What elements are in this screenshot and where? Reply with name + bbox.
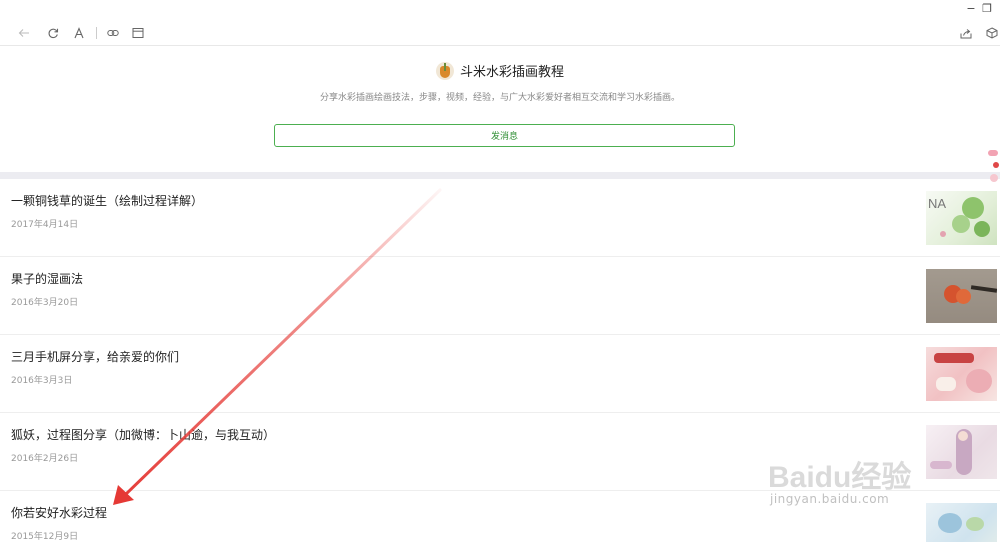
section-divider bbox=[0, 172, 1000, 179]
account-name[interactable]: 斗米水彩插画教程 bbox=[460, 61, 564, 80]
cube-icon[interactable] bbox=[983, 24, 1000, 42]
article-title[interactable]: 你若安好水彩过程 bbox=[11, 504, 107, 521]
font-size-icon[interactable] bbox=[70, 24, 88, 42]
article-thumbnail[interactable] bbox=[926, 425, 997, 479]
article-title[interactable]: 狐妖，过程图分享（加微博：卜山逾，与我互动） bbox=[11, 426, 275, 443]
article-date: 2016年3月20日 bbox=[11, 298, 79, 308]
article-item[interactable]: 果子的湿画法 2016年3月20日 bbox=[0, 257, 1000, 335]
account-header: 斗米水彩插画教程 分享水彩插画绘画技法，步骤，视频，经验，与广大水彩爱好者相互交… bbox=[0, 47, 1000, 173]
back-icon[interactable] bbox=[15, 24, 33, 42]
open-browser-icon[interactable] bbox=[129, 24, 147, 42]
minimize-button[interactable]: − bbox=[964, 2, 978, 16]
refresh-icon[interactable] bbox=[44, 24, 62, 42]
article-item[interactable]: 一颗铜钱草的诞生（绘制过程详解） 2017年4月14日 NA bbox=[0, 179, 1000, 257]
article-title[interactable]: 三月手机屏分享，给亲爱的你们 bbox=[11, 348, 179, 365]
account-description: 分享水彩插画绘画技法，步骤，视频，经验，与广大水彩爱好者相互交流和学习水彩插画。 bbox=[319, 93, 680, 103]
send-message-button[interactable]: 发消息 bbox=[274, 124, 735, 147]
article-item[interactable]: 狐妖，过程图分享（加微博：卜山逾，与我互动） 2016年2月26日 bbox=[0, 413, 1000, 491]
article-title[interactable]: 果子的湿画法 bbox=[11, 270, 83, 287]
toolbar-divider bbox=[96, 27, 97, 39]
share-icon[interactable] bbox=[957, 24, 975, 42]
article-date: 2015年12月9日 bbox=[11, 532, 79, 542]
thumbnail-text: NA bbox=[928, 196, 947, 211]
article-date: 2016年2月26日 bbox=[11, 454, 79, 464]
article-date: 2016年3月3日 bbox=[11, 376, 73, 386]
window-titlebar: − ❐ bbox=[0, 0, 1000, 20]
account-avatar[interactable] bbox=[435, 61, 454, 80]
maximize-button[interactable]: ❐ bbox=[980, 2, 994, 16]
article-thumbnail[interactable] bbox=[926, 503, 997, 542]
article-thumbnail[interactable] bbox=[926, 347, 997, 401]
article-item[interactable]: 你若安好水彩过程 2015年12月9日 bbox=[0, 491, 1000, 542]
article-item[interactable]: 三月手机屏分享，给亲爱的你们 2016年3月3日 bbox=[0, 335, 1000, 413]
copy-link-icon[interactable] bbox=[104, 24, 122, 42]
article-date: 2017年4月14日 bbox=[11, 220, 79, 230]
toolbar bbox=[0, 20, 1000, 46]
article-thumbnail[interactable] bbox=[926, 269, 997, 323]
article-thumbnail[interactable]: NA bbox=[926, 191, 997, 245]
article-title[interactable]: 一颗铜钱草的诞生（绘制过程详解） bbox=[11, 192, 203, 209]
